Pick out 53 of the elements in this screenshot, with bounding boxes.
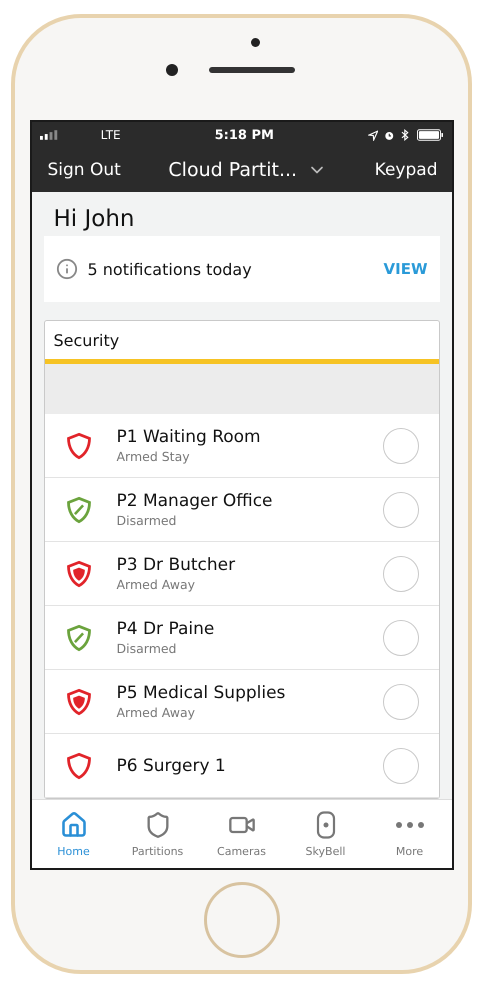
doorbell-icon [316,810,336,838]
tab-button[interactable]: Cameras [200,800,284,868]
slashed-shield-icon [64,624,92,652]
location-icon [368,130,378,140]
filled-shield-icon [64,560,92,588]
radio-button[interactable] [382,556,418,592]
partition-row[interactable]: P6 Surgery 1 [44,734,438,798]
partition-status: Armed Stay [116,449,191,464]
partition-status: Disarmed [116,641,178,656]
greeting-heading: Hi John [54,206,136,234]
home-icon [60,810,88,838]
shield-icon [64,752,92,780]
radio-button[interactable] [382,620,418,656]
alarm-icon [384,130,395,140]
radio-button[interactable] [382,748,418,784]
battery-icon [416,129,444,141]
tab-button[interactable]: Partitions [116,800,200,868]
partition-name: P4 Dr Paine [116,619,214,639]
partition-status: Disarmed [116,513,178,528]
info-icon [56,258,78,280]
notification-text: 5 notifications today [88,260,252,278]
partition-selector[interactable]: Cloud Partit... [168,159,328,181]
security-title: Security [54,330,120,350]
camera-dot [251,38,260,47]
partition-name: P1 Waiting Room [116,427,261,447]
partition-row[interactable]: P5 Medical Supplies Armed Away [44,670,438,734]
partition-row[interactable]: P2 Manager Office Disarmed [44,478,438,542]
status-time: 5:18 PM [214,128,274,142]
more-icon [396,822,424,828]
tab-button[interactable]: Home [32,800,116,868]
partition-row[interactable]: P4 Dr Paine Disarmed [44,606,438,670]
radio-button[interactable] [382,684,418,720]
partition-name: P2 Manager Office [116,491,273,511]
partition-name: P6 Surgery 1 [116,756,226,776]
bluetooth-icon [401,129,409,141]
shield-icon [64,432,92,460]
radio-button[interactable] [382,492,418,528]
slashed-shield-icon [64,496,92,524]
partition-row[interactable]: P1 Waiting Room Armed Stay [44,414,438,478]
sign-out-button[interactable]: Sign Out [48,160,121,180]
radio-button[interactable] [382,428,418,464]
filled-shield-icon [64,688,92,716]
partition-name: P5 Medical Supplies [116,683,286,703]
partition-status: Armed Away [116,705,196,720]
keypad-button[interactable]: Keypad [374,160,438,180]
partition-name: P3 Dr Butcher [116,555,236,575]
signal-icon [40,130,59,140]
tab-button[interactable]: SkyBell [284,800,368,868]
tab-button[interactable]: More [368,800,452,868]
carrier-label: LTE [100,128,121,142]
partition-status: Armed Away [116,577,196,592]
partition-row[interactable]: P3 Dr Butcher Armed Away [44,542,438,606]
camera-lens [166,64,178,76]
